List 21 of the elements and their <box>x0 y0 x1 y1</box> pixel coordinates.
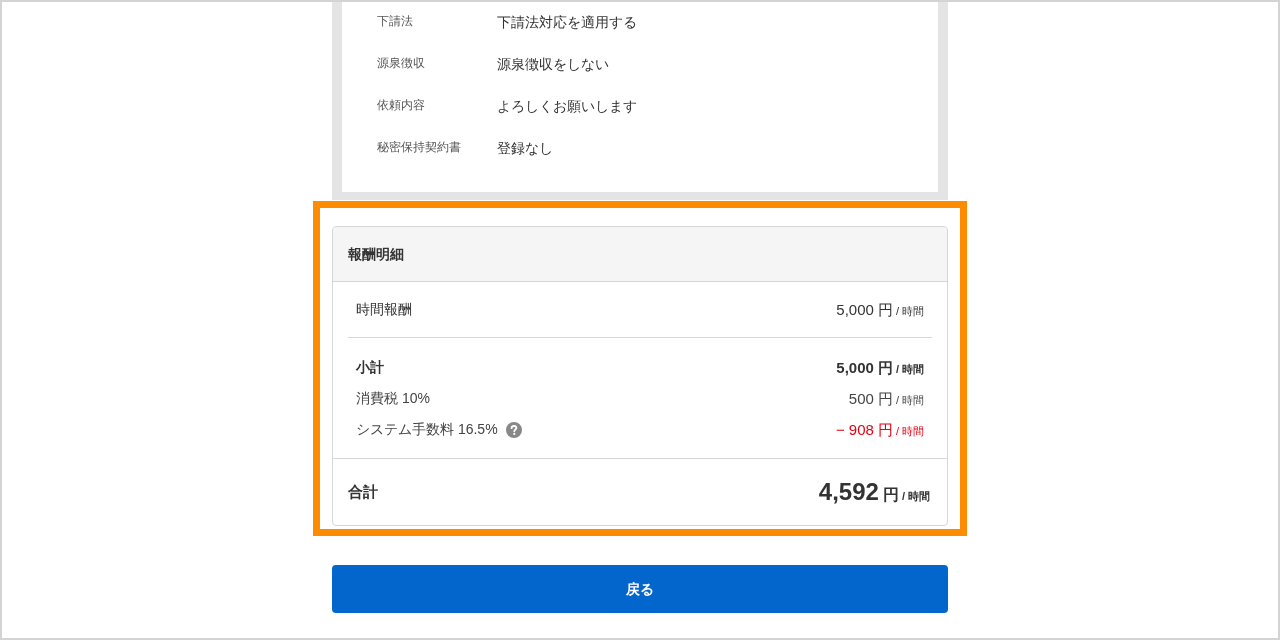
detail-value: よろしくお願いします <box>497 97 637 116</box>
detail-label: 源泉徴収 <box>377 55 426 72</box>
card-title: 報酬明細 <box>348 244 404 264</box>
detail-label: 依頼内容 <box>377 97 426 114</box>
detail-value: 源泉徴収をしない <box>497 55 609 74</box>
detail-label: 下請法 <box>377 13 414 30</box>
total-amount: 4,592 円 / 時間 <box>818 477 930 507</box>
summary-amount: 5,000 円 / 時間 <box>836 357 924 378</box>
item-amount: 5,000 円 / 時間 <box>836 299 924 320</box>
total-label: 合計 <box>348 481 378 502</box>
summary-label: システム手数料 16.5% <box>356 420 498 439</box>
detail-value: 下請法対応を適用する <box>497 13 637 32</box>
help-icon[interactable] <box>505 421 522 438</box>
back-button[interactable]: 戻る <box>332 565 948 613</box>
summary-amount: − 908 円 / 時間 <box>835 419 924 440</box>
summary-label: 消費税 10% <box>356 389 430 408</box>
summary-amount: 500 円 / 時間 <box>848 388 924 409</box>
detail-value: 登録なし <box>497 139 553 158</box>
item-label: 時間報酬 <box>356 300 412 319</box>
detail-label: 秘密保持契約書 <box>377 139 462 156</box>
summary-label: 小計 <box>356 358 384 377</box>
